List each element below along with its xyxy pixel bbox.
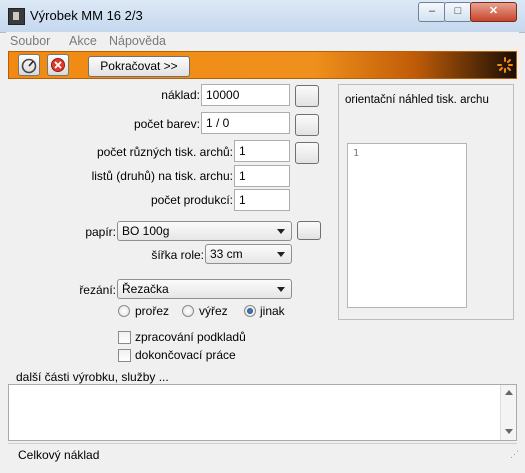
menu-akce[interactable]: Akce — [69, 34, 97, 48]
gauge-icon — [21, 58, 37, 74]
sirka-role-select[interactable]: 33 cm — [205, 244, 292, 264]
pocet-archu-label: počet různých tisk. archů: — [96, 145, 233, 159]
radio-vyrez[interactable] — [182, 305, 194, 317]
scroll-down-icon[interactable] — [505, 429, 513, 434]
menu-napoveda[interactable]: Nápověda — [109, 34, 166, 48]
radio-jinak-label: jinak — [260, 304, 285, 318]
checkbox-zpracovani-label: zpracování podkladů — [135, 330, 246, 344]
scroll-up-icon[interactable] — [505, 390, 513, 395]
maximize-icon: □ — [454, 5, 462, 17]
maximize-button[interactable]: □ — [444, 2, 472, 22]
sirka-role-value: 33 cm — [210, 247, 243, 261]
radio-vyrez-label: výřez — [199, 304, 228, 318]
papir-value: BO 100g — [122, 224, 170, 238]
cancel-button[interactable] — [47, 54, 69, 76]
pocet-barev-detail-button[interactable] — [295, 114, 319, 136]
minimize-icon: – — [428, 5, 436, 17]
checkbox-dokoncovaci-prace[interactable] — [118, 349, 131, 362]
papir-select[interactable]: BO 100g — [117, 221, 292, 241]
status-text: Celkový náklad — [18, 448, 100, 462]
naklad-input[interactable]: 10000 — [201, 84, 290, 106]
close-button[interactable]: ✕ — [470, 2, 517, 22]
produkci-label: počet produkcí: — [150, 193, 233, 207]
rezani-label: řezání: — [79, 283, 116, 297]
radio-prorez-label: prořez — [135, 304, 170, 318]
app-icon — [8, 8, 25, 25]
extra-parts-label: další části výrobku, služby ... — [16, 370, 169, 384]
cancel-icon — [51, 58, 65, 72]
pocet-barev-label: počet barev: — [133, 117, 200, 131]
pocet-archu-input[interactable]: 1 — [234, 140, 290, 162]
menu-soubor[interactable]: Soubor — [10, 34, 50, 48]
minimize-button[interactable]: – — [418, 2, 446, 22]
preview-canvas — [347, 143, 467, 308]
preview-title: orientační náhled tisk. archu — [345, 94, 489, 106]
papir-label: papír: — [85, 225, 116, 239]
rezani-value: Řezačka — [122, 282, 169, 296]
sirka-role-label: šířka role: — [151, 248, 204, 262]
continue-button[interactable]: Pokračovat >> — [88, 56, 190, 77]
radio-jinak[interactable] — [244, 305, 256, 317]
extra-parts-textarea[interactable] — [8, 384, 517, 441]
textarea-scrollbar[interactable] — [500, 385, 516, 440]
checkbox-dokoncovaci-label: dokončovací práce — [135, 348, 236, 362]
rezani-select[interactable]: Řezačka — [117, 279, 292, 299]
naklad-detail-button[interactable] — [295, 85, 319, 107]
listu-label: listů (druhů) na tisk. archu: — [91, 169, 233, 183]
preview-content: 1 — [353, 148, 360, 159]
produkci-input[interactable]: 1 — [234, 189, 290, 211]
resize-grip-icon[interactable]: ⋰ — [510, 450, 519, 459]
window-title: Výrobek MM 16 2/3 — [30, 8, 143, 23]
checkbox-zpracovani-podkladu[interactable] — [118, 331, 131, 344]
loading-spinner-icon — [497, 57, 513, 73]
papir-detail-button[interactable] — [297, 221, 321, 240]
radio-prorez[interactable] — [118, 305, 130, 317]
naklad-label: náklad: — [161, 88, 200, 102]
chevron-down-icon — [277, 287, 285, 292]
pocet-barev-input[interactable]: 1 / 0 — [201, 112, 290, 134]
toolbar — [8, 51, 517, 79]
listu-input[interactable]: 1 — [234, 165, 290, 187]
pocet-archu-detail-button[interactable] — [295, 142, 319, 164]
close-icon: ✕ — [488, 5, 499, 17]
chevron-down-icon — [277, 252, 285, 257]
gauge-button[interactable] — [18, 54, 40, 76]
chevron-down-icon — [277, 229, 285, 234]
